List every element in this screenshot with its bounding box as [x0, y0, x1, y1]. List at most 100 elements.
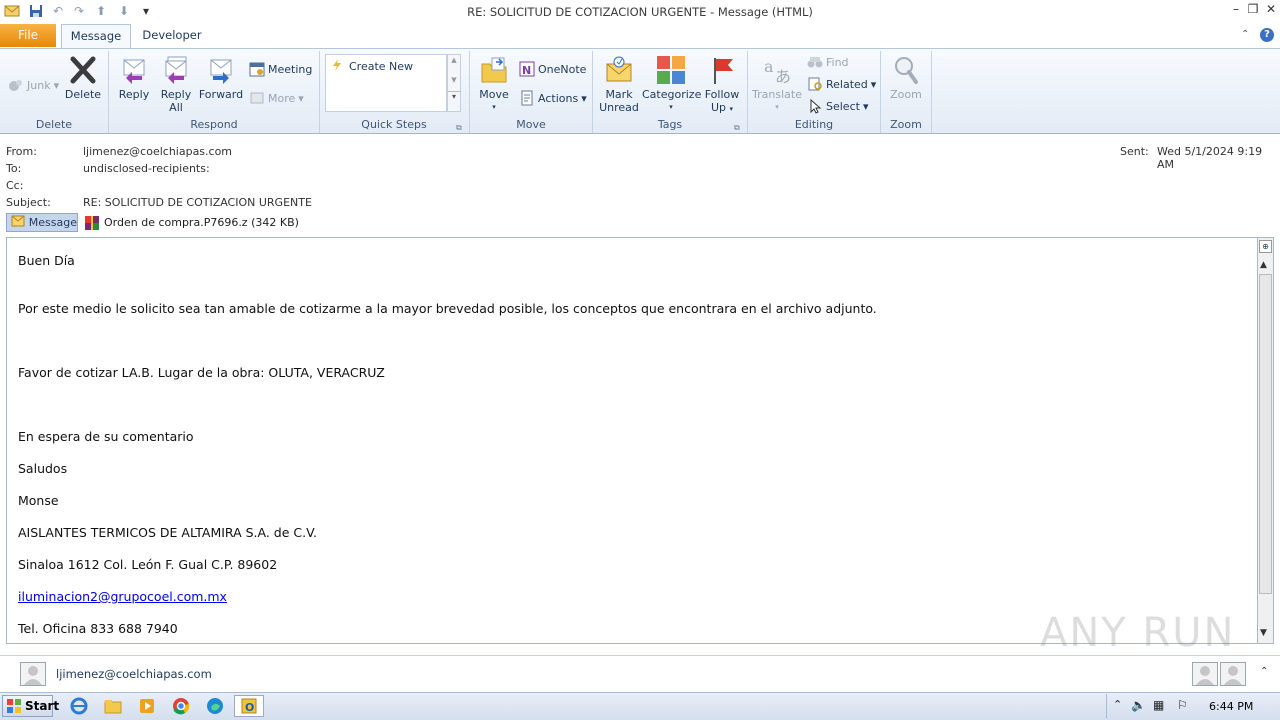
tab-message[interactable]: Message	[61, 24, 131, 49]
archive-file-icon	[84, 215, 100, 231]
people-pane-sender[interactable]: ljimenez@coelchiapas.com	[56, 667, 212, 681]
body-scrollbar[interactable]: ⊕ ▲ ▼	[1257, 237, 1274, 644]
meeting-button[interactable]: Meeting	[249, 61, 312, 77]
collapse-ribbon-icon[interactable]: ⌃	[1241, 29, 1249, 40]
reply-all-icon	[165, 56, 187, 84]
people-avatar-2[interactable]	[1220, 662, 1246, 686]
delete-x-icon	[70, 56, 96, 84]
network-icon[interactable]: ▦	[1153, 698, 1164, 712]
onenote-icon: N	[519, 61, 535, 77]
subject-label: Subject:	[6, 196, 51, 209]
zoom-button[interactable]: Zoom	[886, 54, 926, 101]
tab-file[interactable]: File	[0, 24, 56, 47]
more-label: More	[268, 91, 296, 105]
windows-logo-icon	[6, 698, 22, 714]
actions-label: Actions	[538, 91, 579, 105]
mark-unread-button[interactable]: Mark Unread	[598, 54, 640, 114]
scroll-thumb[interactable]	[1259, 274, 1272, 594]
help-icon[interactable]: ?	[1260, 28, 1274, 42]
title-bar: RE: SOLICITUD DE COTIZACION URGENTE - Me…	[0, 0, 1280, 24]
quick-steps-scroll[interactable]: ▲ ▼ ▾	[447, 54, 461, 112]
move-label: Move	[479, 88, 509, 101]
attachment-file-name: Orden de compra.P7696.z (342 KB)	[104, 216, 299, 229]
attachment-file[interactable]: Orden de compra.P7696.z (342 KB)	[84, 213, 299, 232]
message-tab-label: Message	[28, 216, 77, 229]
move-folder-icon	[481, 57, 507, 83]
show-hidden-icons[interactable]: ⌃	[1113, 698, 1122, 711]
body-name: Monse	[18, 493, 59, 508]
edge-icon[interactable]	[204, 696, 226, 716]
junk-button[interactable]: Junk ▾	[8, 77, 59, 93]
undo-icon[interactable]: ↶	[50, 3, 66, 19]
forward-label: Forward	[198, 88, 244, 101]
forward-button[interactable]: Forward	[198, 54, 244, 101]
people-avatar-1[interactable]	[1192, 662, 1218, 686]
move-button[interactable]: Move ▾	[475, 54, 513, 114]
outlook-taskbar-button[interactable]: O	[234, 695, 264, 717]
start-button[interactable]: Start	[2, 695, 59, 717]
related-button[interactable]: Related ▾	[807, 76, 876, 92]
body-phone: Tel. Oficina 833 688 7940	[18, 621, 178, 636]
attachment-message-tab[interactable]: Message	[6, 213, 78, 232]
group-label-zoom: Zoom	[890, 118, 922, 131]
tags-launcher-icon[interactable]: ⧉	[734, 123, 740, 133]
quick-steps-launcher-icon[interactable]: ⧉	[456, 123, 462, 133]
actions-button[interactable]: Actions ▾	[519, 90, 587, 106]
tab-developer[interactable]: Developer	[135, 24, 209, 47]
onenote-button[interactable]: N OneNote	[519, 61, 586, 77]
meeting-label: Meeting	[268, 62, 313, 76]
customize-qat-icon[interactable]: ▾	[138, 3, 154, 19]
translate-button[interactable]: aあ Translate ▾	[752, 54, 802, 114]
find-label: Find	[826, 55, 849, 69]
previous-item-icon[interactable]: ⬆	[93, 3, 109, 19]
body-email-link[interactable]: iluminacion2@grupocoel.com.mx	[18, 589, 227, 604]
from-value[interactable]: ljimenez@coelchiapas.com	[83, 145, 232, 158]
body-company: AISLANTES TERMICOS DE ALTAMIRA S.A. de C…	[18, 525, 318, 540]
translate-label: Translate	[752, 88, 802, 101]
expand-people-pane-icon[interactable]: ⌃	[1260, 666, 1268, 677]
save-icon[interactable]	[28, 3, 44, 19]
internet-explorer-icon[interactable]	[68, 696, 90, 716]
to-value: undisclosed-recipients:	[83, 162, 210, 175]
view-zoom-icon[interactable]: ⊕	[1259, 240, 1272, 253]
reply-all-button[interactable]: Reply All	[157, 54, 195, 114]
delete-button[interactable]: Delete	[63, 54, 103, 101]
window-title: RE: SOLICITUD DE COTIZACION URGENTE - Me…	[467, 5, 813, 19]
body-paragraph-3: En espera de su comentario	[18, 429, 194, 444]
action-center-flag-icon[interactable]: ⚐	[1177, 698, 1188, 712]
translate-icon: aあ	[764, 57, 791, 86]
select-button[interactable]: Select ▾	[807, 98, 868, 114]
svg-text:a: a	[764, 57, 774, 76]
system-tray: ⌃ 🔈 ▦ ⚐ 6:44 PM	[1106, 694, 1280, 718]
clock[interactable]: 6:44 PM	[1209, 700, 1253, 713]
mark-unread-label-1: Mark	[605, 88, 633, 101]
message-envelope-icon	[11, 215, 26, 231]
subject-value: RE: SOLICITUD DE COTIZACION URGENTE	[83, 196, 312, 209]
message-body[interactable]: Buen Día Por este medio le solicito sea …	[6, 237, 1258, 644]
more-respond-button[interactable]: More ▾	[249, 90, 304, 106]
quick-steps-gallery[interactable]: Create New	[325, 54, 447, 112]
quick-step-create-new[interactable]: Create New	[330, 58, 413, 74]
restore-button[interactable]: ❐	[1245, 2, 1261, 16]
sender-avatar[interactable]	[20, 662, 46, 686]
junk-icon	[8, 77, 24, 93]
follow-up-button[interactable]: Follow Up ▾	[702, 54, 742, 116]
categorize-button[interactable]: Categorize ▾	[642, 54, 701, 114]
reply-button[interactable]: Reply	[115, 54, 153, 101]
follow-up-flag-icon	[714, 58, 733, 84]
binoculars-icon	[807, 54, 823, 70]
volume-icon[interactable]: 🔈	[1131, 698, 1146, 712]
scroll-down-arrow[interactable]: ▼	[1260, 628, 1267, 638]
chrome-icon[interactable]	[170, 696, 192, 716]
scroll-up-arrow[interactable]: ▲	[1260, 260, 1267, 270]
media-player-icon[interactable]	[136, 696, 158, 716]
select-label: Select	[826, 99, 860, 113]
minimize-button[interactable]: –	[1228, 2, 1244, 16]
mark-unread-envelope-icon	[606, 56, 632, 82]
next-item-icon[interactable]: ⬇	[116, 3, 132, 19]
file-explorer-icon[interactable]	[102, 696, 124, 716]
redo-icon[interactable]: ↷	[71, 3, 87, 19]
group-label-quick-steps: Quick Steps	[361, 118, 427, 131]
find-button[interactable]: Find	[807, 54, 849, 70]
close-button[interactable]: ✕	[1263, 2, 1279, 16]
